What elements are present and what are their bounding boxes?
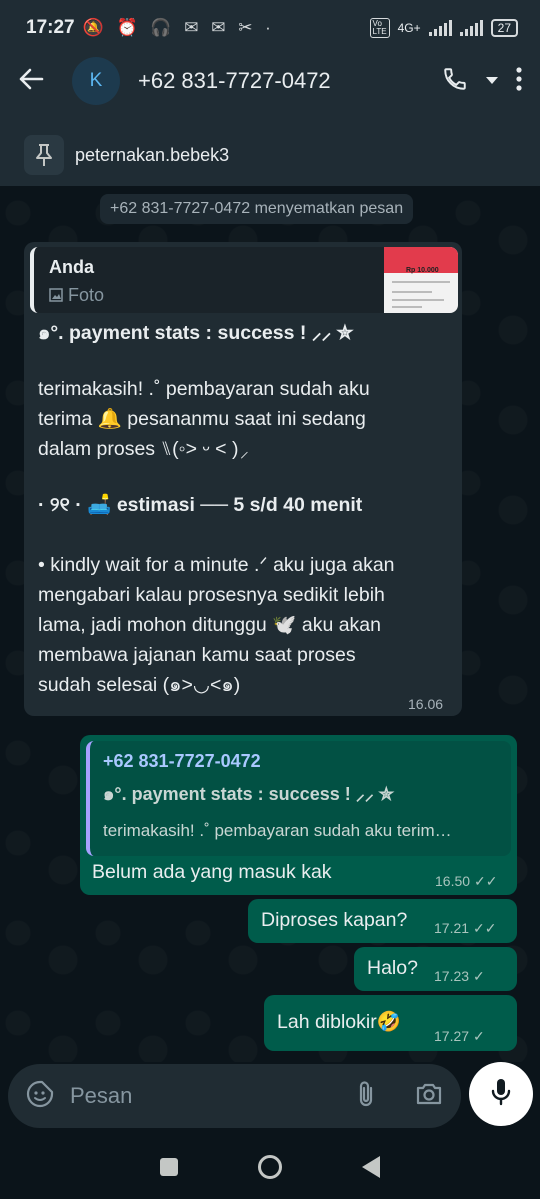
quoted-message[interactable]: +62 831-7727-0472 ๑°. payment stats : su… [86, 741, 511, 856]
quote-snippet: terimakasih! .˚ pembayaran sudah aku ter… [103, 821, 452, 840]
thumbnail-line [392, 291, 432, 293]
thumbnail-line [392, 281, 450, 283]
network-type: 4G+ [397, 21, 421, 35]
system-message: +62 831-7727-0472 menyematkan pesan [100, 194, 414, 224]
double-check-icon: ✓✓ [474, 873, 498, 889]
check-icon: ✓ [473, 1028, 485, 1044]
quote-type-label: Foto [68, 285, 105, 305]
thumbnail-line [392, 306, 422, 308]
message-input[interactable] [70, 1083, 330, 1109]
quote-thumbnail: Rp 10.000 [384, 247, 458, 313]
battery-icon: 27 [490, 19, 518, 37]
message-time: 16.50 ✓✓ [435, 873, 498, 890]
system-nav-bar [0, 1134, 540, 1199]
outgoing-message[interactable]: +62 831-7727-0472 ๑°. payment stats : su… [80, 735, 517, 895]
time-label: 17.21 [434, 920, 470, 936]
message-text: Diproses kapan? [261, 909, 408, 931]
message-time: 17.27 ✓ [434, 1028, 485, 1045]
status-time: 17:27 [26, 17, 75, 38]
pinned-text: peternakan.bebek3 [75, 144, 230, 165]
outgoing-message[interactable]: Lah diblokir🤣 17.27 ✓ [264, 995, 517, 1051]
chat-header: K +62 831-7727-0472 [0, 56, 540, 106]
contact-name[interactable]: +62 831-7727-0472 [138, 68, 331, 94]
status-bar: 17:27 🔕 ⏰ 🎧 ✉ ✉ ✂ · Vo LTE 4G+ 27 [0, 0, 540, 56]
image-icon [49, 285, 68, 305]
arrow-left-icon[interactable] [18, 64, 54, 98]
message-time: 17.23 ✓ [434, 968, 485, 985]
estimate-text: estimasi ── 5 s/d 40 menit [116, 494, 363, 516]
notification-icons: 🔕 ⏰ 🎧 ✉ ✉ ✂ · [82, 18, 275, 37]
camera-icon[interactable] [415, 1082, 443, 1111]
recents-icon[interactable] [160, 1157, 178, 1176]
more-vert-icon[interactable] [516, 66, 522, 96]
message-paragraph: • kindly wait for a minute .ᐟ aku juga a… [38, 554, 395, 696]
sticker-icon[interactable] [26, 1080, 54, 1113]
message-body: ๑°. payment stats : success ! ⸝⸝ ✮ terim… [38, 318, 454, 700]
signal-icon [428, 20, 452, 36]
paperclip-icon[interactable] [357, 1079, 375, 1114]
signal-icon-2 [459, 20, 483, 36]
status-right: Vo LTE 4G+ 27 [369, 18, 518, 38]
message-time: 16.06 [408, 696, 444, 712]
quote-title: ๑°. payment stats : success ! ⸝⸝ ✮ [103, 784, 394, 804]
quoted-message[interactable]: Anda Foto Rp 10.000 [30, 247, 458, 313]
check-icon: ✓ [473, 968, 485, 984]
message-estimate: · ୨୧ · 🛋️ estimasi ── 5 s/d 40 menit [38, 490, 454, 520]
time-label: 17.27 [434, 1028, 470, 1044]
quote-author: +62 831-7727-0472 [103, 751, 261, 771]
pin-icon [24, 135, 64, 175]
mic-icon [490, 1077, 512, 1112]
caret-down-icon[interactable] [486, 72, 498, 90]
message-heading: ๑°. payment stats : success ! ⸝⸝ ✮ [38, 322, 354, 344]
thumbnail-amount: Rp 10.000 [406, 267, 439, 274]
quote-type: Foto [49, 285, 104, 306]
composer [0, 1062, 540, 1134]
estimate-prefix: · ୨୧ · 🛋️ [38, 494, 117, 516]
time-label: 17.23 [434, 968, 470, 984]
message-text: Belum ada yang masuk kak [92, 861, 332, 883]
outgoing-message[interactable]: Diproses kapan? 17.21 ✓✓ [248, 899, 517, 943]
double-check-icon: ✓✓ [473, 920, 497, 936]
volte-icon: Vo LTE [369, 18, 390, 38]
message-field[interactable] [8, 1064, 461, 1128]
pinned-message-bar[interactable]: peternakan.bebek3 [0, 106, 540, 186]
back-nav-icon[interactable] [362, 1155, 380, 1178]
phone-icon[interactable] [442, 66, 468, 97]
mic-button[interactable] [469, 1062, 533, 1126]
message-time: 17.21 ✓✓ [434, 920, 497, 937]
avatar[interactable]: K [72, 57, 120, 105]
message-text: Lah diblokir🤣 [277, 1011, 402, 1033]
outgoing-message[interactable]: Halo? 17.23 ✓ [354, 947, 517, 991]
home-icon[interactable] [258, 1154, 282, 1179]
incoming-message[interactable]: Anda Foto Rp 10.000 ๑°. payment stats : … [24, 242, 462, 716]
quote-author: Anda [49, 257, 94, 277]
message-text: Halo? [367, 957, 418, 979]
message-paragraph: terimakasih! .˚ pembayaran sudah aku ter… [38, 378, 370, 460]
thumbnail-line [392, 299, 444, 301]
time-label: 16.50 [435, 873, 471, 889]
